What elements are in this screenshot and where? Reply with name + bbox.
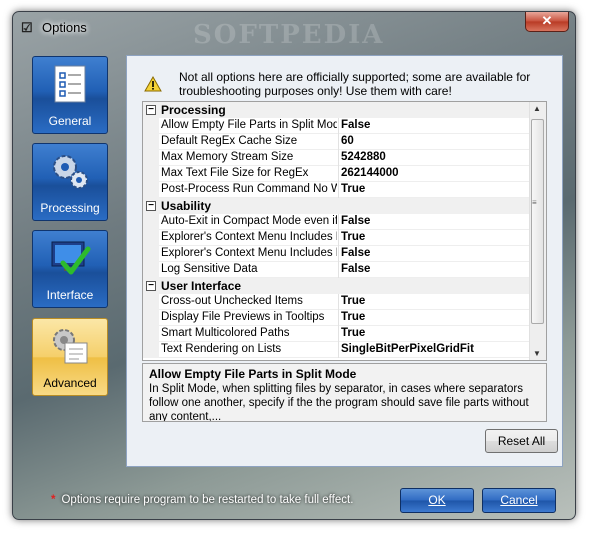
property-name: Default RegEx Cache Size — [161, 135, 298, 147]
property-value[interactable]: True — [341, 327, 526, 339]
property-value[interactable]: True — [341, 231, 526, 243]
description-body: In Split Mode, when splitting files by s… — [149, 383, 529, 422]
property-name: Log Sensitive Data — [161, 263, 258, 275]
sidebar-item-label: Interface — [46, 288, 94, 302]
sidebar-item-advanced[interactable]: Advanced — [32, 318, 108, 396]
options-app-icon: ☑ — [21, 20, 33, 35]
property-name: Display File Previews in Tooltips — [161, 311, 325, 323]
property-name: Cross-out Unchecked Items — [161, 295, 303, 307]
property-name: Explorer's Context Menu Includes Fol — [161, 231, 337, 243]
property-name: Auto-Exit in Compact Mode even if Er — [161, 215, 337, 227]
category-label: Processing — [161, 103, 226, 117]
grid-scrollbar[interactable]: ▲ ≡ ▼ — [529, 102, 546, 360]
scrollbar-thumb[interactable] — [531, 119, 544, 324]
property-row[interactable]: Smart Multicolored Paths True — [143, 326, 529, 342]
ok-button[interactable]: OK — [400, 488, 474, 513]
property-name: Allow Empty File Parts in Split Mode — [161, 119, 337, 131]
property-row[interactable]: Log Sensitive Data False — [143, 262, 529, 278]
property-name: Max Memory Stream Size — [161, 151, 294, 163]
category-usability[interactable]: − Usability — [143, 198, 529, 214]
collapse-icon[interactable]: − — [146, 281, 156, 291]
category-user-interface[interactable]: − User Interface — [143, 278, 529, 294]
property-name: Explorer's Context Menu Includes Fol — [161, 247, 337, 259]
property-value[interactable]: True — [341, 295, 526, 307]
property-name: Text Rendering on Lists — [161, 343, 282, 355]
category-label: Usability — [161, 199, 212, 213]
property-row[interactable]: Text Rendering on Lists SingleBitPerPixe… — [143, 342, 529, 358]
property-value[interactable]: False — [341, 215, 526, 227]
property-row[interactable]: Max Text File Size for RegEx 262144000 — [143, 166, 529, 182]
property-row[interactable]: Max Memory Stream Size 5242880 — [143, 150, 529, 166]
property-name: Post-Process Run Command No Win — [161, 183, 337, 195]
property-value[interactable]: True — [341, 311, 526, 323]
property-row[interactable]: Allow Empty File Parts in Split Mode Fal… — [143, 118, 529, 134]
sidebar-item-label: Processing — [40, 201, 100, 215]
restart-footnote: * Options require program to be restarted… — [51, 494, 353, 506]
sidebar-item-general[interactable]: General — [32, 56, 108, 134]
property-value[interactable]: 60 — [341, 135, 526, 147]
property-row[interactable]: Explorer's Context Menu Includes Fol Tru… — [143, 230, 529, 246]
gears-icon — [53, 155, 88, 189]
sidebar-item-interface[interactable]: Interface — [32, 230, 108, 308]
footnote-text: Options require program to be restarted … — [61, 494, 354, 506]
property-row[interactable]: Cross-out Unchecked Items True — [143, 294, 529, 310]
required-asterisk: * — [51, 494, 56, 506]
property-value[interactable]: SingleBitPerPixelGridFit — [341, 343, 526, 355]
watermark-text: SOFTPEDIA — [193, 20, 385, 50]
advanced-options-panel: Not all options here are officially supp… — [126, 55, 563, 467]
sidebar-item-label: General — [48, 114, 92, 128]
property-value[interactable]: False — [341, 247, 526, 259]
category-processing[interactable]: − Processing — [143, 102, 529, 118]
window-title: Options — [42, 20, 87, 35]
property-value[interactable]: True — [341, 183, 526, 195]
ok-label: OK — [428, 493, 446, 507]
cancel-button[interactable]: Cancel — [482, 488, 556, 513]
description-title: Allow Empty File Parts in Split Mode — [149, 367, 357, 381]
advanced-gear-icon — [53, 329, 88, 364]
property-row[interactable]: Post-Process Run Command No Win True — [143, 182, 529, 198]
options-window: ☑ Options SOFTPEDIA ✕ General Processing — [12, 11, 576, 520]
property-name: Max Text File Size for RegEx — [161, 167, 309, 179]
property-row[interactable]: Display File Previews in Tooltips True — [143, 310, 529, 326]
property-value[interactable]: 262144000 — [341, 167, 526, 179]
collapse-icon[interactable]: − — [146, 105, 156, 115]
category-label: User Interface — [161, 279, 242, 293]
reset-all-button[interactable]: Reset All — [485, 429, 558, 453]
title-bar[interactable]: ☑ Options SOFTPEDIA ✕ — [13, 12, 575, 50]
property-grid[interactable]: − Processing Allow Empty File Parts in S… — [142, 101, 547, 361]
warning-icon — [144, 76, 162, 92]
property-row[interactable]: Explorer's Context Menu Includes Fol Fal… — [143, 246, 529, 262]
property-value[interactable]: False — [341, 263, 526, 275]
sidebar-item-label: Advanced — [43, 376, 97, 390]
monitor-check-icon — [51, 241, 91, 275]
cancel-label: Cancel — [500, 493, 538, 507]
close-button[interactable]: ✕ — [525, 12, 569, 32]
property-name: Smart Multicolored Paths — [161, 327, 290, 339]
scroll-grip-icon: ≡ — [532, 198, 537, 207]
collapse-icon[interactable]: − — [146, 201, 156, 211]
sidebar-item-processing[interactable]: Processing — [32, 143, 108, 221]
scroll-down-icon[interactable]: ▼ — [533, 349, 541, 358]
property-row[interactable]: Default RegEx Cache Size 60 — [143, 134, 529, 150]
scroll-up-icon[interactable]: ▲ — [533, 104, 541, 113]
property-value[interactable]: 5242880 — [341, 151, 526, 163]
notice-text: Not all options here are officially supp… — [179, 70, 531, 98]
description-pane: Allow Empty File Parts in Split Mode In … — [142, 363, 547, 422]
property-value[interactable]: False — [341, 119, 526, 131]
property-row[interactable]: Auto-Exit in Compact Mode even if Er Fal… — [143, 214, 529, 230]
checklist-icon — [54, 65, 86, 103]
